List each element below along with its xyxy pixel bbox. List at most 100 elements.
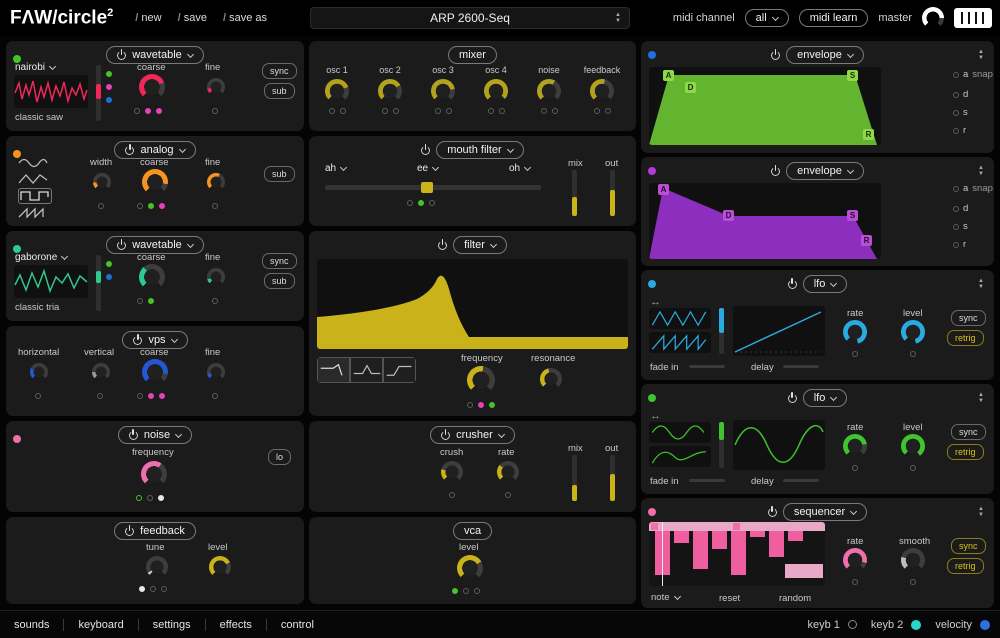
env2-module-selector[interactable]: envelope — [786, 162, 864, 180]
mod-source-circle[interactable] — [953, 224, 959, 230]
osc4-level-knob[interactable] — [484, 79, 508, 103]
osc3-coarse-knob[interactable] — [139, 264, 165, 290]
env-release-handle[interactable]: R — [861, 235, 872, 246]
lfo1-rate-knob[interactable] — [843, 320, 867, 344]
crusher-out-slider[interactable] — [610, 455, 615, 501]
osc1-fine-knob[interactable] — [207, 78, 225, 96]
preset-selector[interactable]: ARP 2600-Seq — [310, 7, 630, 29]
env-attack-handle[interactable]: A — [658, 184, 669, 195]
mod-source-circle[interactable] — [953, 72, 959, 78]
mod-source-circle[interactable] — [953, 206, 959, 212]
snap-label[interactable]: snap — [972, 69, 993, 80]
lfo1-level-knob[interactable] — [901, 320, 925, 344]
lfo1-wave-thumb-1[interactable] — [649, 308, 711, 329]
shape-square-icon-selected[interactable] — [18, 188, 52, 204]
env-attack-handle[interactable]: A — [663, 70, 674, 81]
module-stepper-icon[interactable] — [978, 50, 984, 61]
menu-save[interactable]: / save — [178, 12, 207, 24]
vowel-b-dropdown[interactable]: ee — [417, 163, 438, 174]
analog-shape-selector[interactable] — [18, 156, 52, 220]
power-icon[interactable] — [117, 241, 126, 250]
velocity-indicator[interactable] — [980, 620, 990, 630]
seq-note-dropdown[interactable]: note — [651, 592, 680, 603]
tab-keyboard[interactable]: keyboard — [64, 619, 137, 631]
mod-source-circle[interactable] — [953, 92, 959, 98]
power-icon[interactable] — [129, 431, 138, 440]
lfo2-rate-knob[interactable] — [843, 434, 867, 458]
menu-new[interactable]: / new — [135, 12, 161, 24]
env-sustain-handle[interactable]: S — [847, 70, 858, 81]
noise-lo-button[interactable]: lo — [268, 449, 291, 465]
module-stepper-icon[interactable] — [978, 393, 984, 404]
master-volume-knob[interactable] — [922, 7, 944, 29]
power-icon[interactable] — [125, 146, 134, 155]
lfo1-retrig-button[interactable]: retrig — [947, 330, 984, 346]
osc3-sub-button[interactable]: sub — [264, 273, 295, 289]
lfo1-shape-slider[interactable] — [719, 308, 724, 354]
osc1-position-slider[interactable] — [96, 65, 101, 121]
analog-sub-button[interactable]: sub — [264, 166, 295, 182]
fade-in-slider[interactable] — [689, 479, 725, 482]
mod-source-circle[interactable] — [953, 128, 959, 134]
env-decay-handle[interactable]: D — [685, 82, 696, 93]
power-icon[interactable] — [441, 431, 450, 440]
snap-label[interactable]: snap — [972, 183, 993, 194]
seq-reset-label[interactable]: reset — [719, 593, 740, 604]
tab-sounds[interactable]: sounds — [0, 619, 63, 631]
vowel-c-dropdown[interactable]: oh — [509, 163, 530, 174]
power-icon[interactable] — [788, 394, 797, 403]
lfo2-wave-thumb-2[interactable] — [649, 446, 711, 467]
lfo2-shape-slider[interactable] — [719, 422, 724, 468]
analog-width-knob[interactable] — [93, 173, 111, 191]
filter-type-bandpass-icon[interactable] — [350, 357, 383, 383]
power-icon[interactable] — [788, 280, 797, 289]
vps-fine-knob[interactable] — [207, 363, 225, 381]
osc3-sync-button[interactable]: sync — [262, 253, 297, 269]
seq-step-display[interactable] — [649, 522, 825, 586]
tab-control[interactable]: control — [267, 619, 328, 631]
power-icon[interactable] — [125, 527, 134, 536]
module-stepper-icon[interactable] — [978, 507, 984, 518]
lfo1-module-selector[interactable]: lfo — [803, 275, 848, 293]
osc3-level-knob[interactable] — [431, 79, 455, 103]
power-icon[interactable] — [421, 146, 430, 155]
lfo2-module-selector[interactable]: lfo — [803, 389, 848, 407]
crusher-crush-knob[interactable] — [441, 461, 463, 483]
env-sustain-handle[interactable]: S — [847, 210, 858, 221]
mouth-module-selector[interactable]: mouth filter — [436, 141, 523, 159]
feedback-module-selector[interactable]: feedback — [114, 522, 196, 540]
osc2-level-knob[interactable] — [378, 79, 402, 103]
tab-effects[interactable]: effects — [206, 619, 266, 631]
osc1-level-knob[interactable] — [325, 79, 349, 103]
vowel-morph-slider[interactable] — [325, 185, 541, 190]
crusher-module-selector[interactable]: crusher — [430, 426, 515, 444]
crusher-mix-slider[interactable] — [572, 455, 577, 501]
preset-stepper-icon[interactable] — [615, 13, 621, 24]
delay-slider[interactable] — [783, 479, 819, 482]
wavetable-preset-dropdown[interactable]: gaborone — [15, 252, 67, 263]
keyb2-indicator[interactable] — [911, 620, 921, 630]
shape-saw-icon[interactable] — [18, 206, 52, 220]
vps-vertical-knob[interactable] — [92, 363, 110, 381]
shape-sine-icon[interactable] — [18, 156, 52, 170]
faw-bars-icon[interactable] — [954, 8, 992, 28]
analog-coarse-knob[interactable] — [142, 169, 168, 195]
env-release-handle[interactable]: R — [863, 129, 874, 140]
menu-save-as[interactable]: / save as — [223, 12, 267, 24]
noise-frequency-knob[interactable] — [141, 461, 167, 487]
feedback-level-knob[interactable] — [209, 556, 231, 578]
vowel-a-dropdown[interactable]: ah — [325, 163, 346, 174]
power-icon[interactable] — [133, 336, 142, 345]
mod-source-circle[interactable] — [953, 186, 959, 192]
delay-slider[interactable] — [783, 365, 819, 368]
power-icon[interactable] — [438, 241, 447, 250]
power-icon[interactable] — [771, 167, 780, 176]
lfo2-wave-display[interactable] — [733, 420, 825, 470]
noise-module-selector[interactable]: noise — [118, 426, 192, 444]
module-stepper-icon[interactable] — [978, 279, 984, 290]
power-icon[interactable] — [117, 51, 126, 60]
seq-module-selector[interactable]: sequencer — [783, 503, 867, 521]
lfo1-sync-button[interactable]: sync — [951, 310, 986, 326]
seq-smooth-knob[interactable] — [901, 548, 925, 572]
seq-random-label[interactable]: random — [779, 593, 811, 604]
